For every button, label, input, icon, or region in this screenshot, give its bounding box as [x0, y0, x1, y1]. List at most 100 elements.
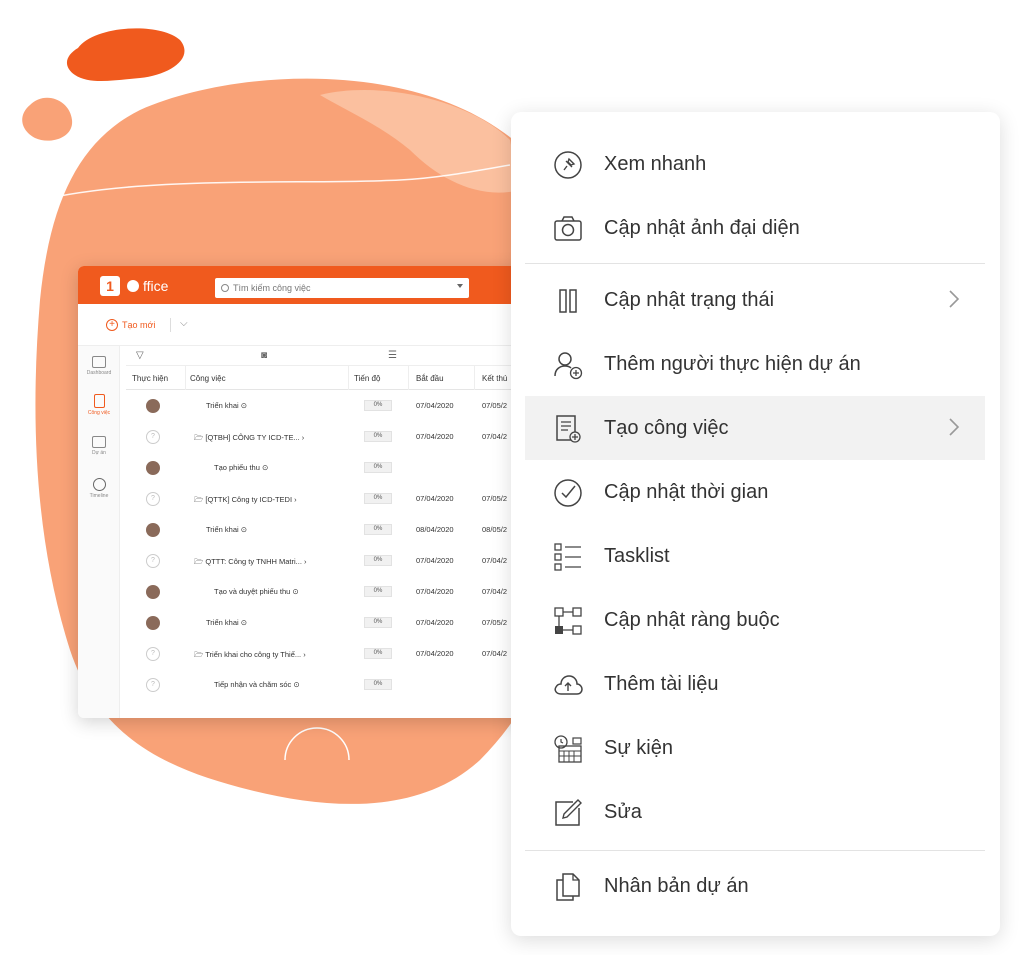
menu-item-update-dependency[interactable]: Cập nhật ràng buộc	[525, 588, 985, 652]
menu-item-add-document[interactable]: Thêm tài liệu	[525, 652, 985, 716]
task-name[interactable]: 🗁 [QTBH] CÔNG TY ICD-TE... ›	[194, 432, 304, 445]
end-date: 07/05/2	[482, 494, 508, 503]
camera-icon[interactable]: ◙	[261, 350, 267, 361]
app-logo[interactable]: 1 ffice	[100, 276, 168, 296]
table-header: Thực hiện Công việc Tiến độ Bắt đầu Kết …	[126, 366, 548, 390]
app-window: 1 ffice Tìm kiếm công việc + Tạo mới ⌵ D…	[78, 266, 548, 718]
menu-item-label: Tạo công việc	[604, 417, 729, 439]
table-row[interactable]: ? 🗁 [QTTK] Công ty ICD-TEDI › 0% 07/04/2020…	[126, 483, 548, 514]
task-name[interactable]: 🗁 QTTT: Công ty TNHH Matri... ›	[194, 556, 307, 569]
sidebar: Dashboard Công việc Dự án Timeline	[78, 346, 120, 718]
avatar	[146, 399, 160, 413]
table-row[interactable]: ? 🗁 QTTT: Công ty TNHH Matri... › 0% 07/04/…	[126, 545, 548, 576]
progress-badge: 0%	[364, 462, 392, 473]
menu-item-tasklist[interactable]: Tasklist	[525, 524, 985, 588]
menu-item-label: Cập nhật ảnh đại diện	[604, 217, 800, 239]
menu-item-quick-view[interactable]: Xem nhanh	[525, 132, 985, 196]
sidebar-item-dashboard[interactable]: Dashboard	[84, 356, 114, 376]
end-date: 07/05/2	[482, 618, 508, 627]
menu-item-label: Sự kiện	[604, 737, 673, 759]
progress-badge: 0%	[364, 431, 392, 442]
avatar	[146, 461, 160, 475]
search-icon	[221, 284, 229, 292]
menu-item-add-member[interactable]: Thêm người thực hiện dự án	[525, 332, 985, 396]
column-header[interactable]: Công việc	[190, 374, 226, 383]
toolbar: + Tạo mới ⌵	[78, 304, 548, 346]
menu-item-label: Xem nhanh	[604, 153, 707, 175]
end-date: 07/05/2	[482, 401, 508, 410]
menu-item-label: Thêm người thực hiện dự án	[604, 353, 861, 375]
logo-text: ffice	[143, 278, 169, 294]
column-divider	[474, 366, 475, 390]
task-name[interactable]: Tiếp nhận và chăm sóc ⊙	[214, 680, 300, 689]
task-name[interactable]: Tạo phiếu thu ⊙	[214, 463, 268, 472]
toolbar-divider	[170, 318, 171, 332]
tasks-icon	[93, 394, 105, 408]
new-task-icon	[556, 415, 581, 443]
filter-icon[interactable]: ▽	[136, 350, 144, 361]
column-divider	[348, 366, 349, 390]
menu-item-update-avatar[interactable]: Cập nhật ảnh đại diện	[525, 196, 985, 260]
start-date: 07/04/2020	[416, 587, 454, 596]
avatar	[146, 523, 160, 537]
table-row[interactable]: Triển khai ⊙ 0% 07/04/2020 07/05/2	[126, 390, 548, 421]
task-name[interactable]: Triển khai ⊙	[206, 525, 247, 534]
new-button-label: Tạo mới	[122, 320, 156, 330]
task-name[interactable]: Triển khai ⊙	[206, 618, 247, 627]
context-menu: Xem nhanh Cập nhật ảnh đại diện Cập nhật…	[511, 112, 1000, 936]
pin-icon	[554, 151, 582, 179]
menu-item-update-time[interactable]: Cập nhật thời gian	[525, 460, 985, 524]
table-row[interactable]: ? 🗁 [QTBH] CÔNG TY ICD-TE... › 0% 07/04/202…	[126, 421, 548, 452]
calendar-event-icon	[554, 735, 582, 763]
chevron-down-icon[interactable]: ⌵	[180, 318, 188, 329]
menu-item-label: Cập nhật thời gian	[604, 481, 769, 503]
checklist-icon	[554, 543, 581, 571]
table-row[interactable]: Triển khai ⊙ 0% 08/04/2020 08/05/2	[126, 514, 548, 545]
add-user-icon	[554, 352, 583, 380]
menu-item-update-status[interactable]: Cập nhật trạng thái	[525, 268, 985, 332]
menu-item-label: Cập nhật ràng buộc	[604, 609, 780, 631]
menu-item-label: Sửa	[604, 801, 642, 823]
column-header[interactable]: Kết thú	[482, 374, 507, 383]
menu-item-label: Cập nhật trạng thái	[604, 289, 775, 311]
menu-divider	[525, 850, 985, 851]
sidebar-item-label: Công việc	[87, 410, 111, 416]
dependency-icon	[554, 607, 582, 635]
end-date: 08/05/2	[482, 525, 508, 534]
settings-sliders-icon[interactable]: ☰	[388, 350, 397, 361]
start-date: 07/04/2020	[416, 432, 454, 441]
table-row[interactable]: Triển khai ⊙ 0% 07/04/2020 07/05/2	[126, 607, 548, 638]
table-tools: ▽ ◙ ☰	[126, 346, 548, 366]
menu-item-duplicate-project[interactable]: Nhân bản dự án	[525, 854, 985, 918]
start-date: 08/04/2020	[416, 525, 454, 534]
new-button[interactable]: + Tạo mới	[106, 319, 155, 331]
table-row[interactable]: Tạo và duyệt phiếu thu ⊙ 0% 07/04/2020 07/0…	[126, 576, 548, 607]
task-name[interactable]: 🗁 [QTTK] Công ty ICD-TEDI ›	[194, 494, 297, 507]
search-input[interactable]: Tìm kiếm công việc	[215, 278, 469, 298]
unknown-user-icon: ?	[146, 647, 160, 661]
column-header[interactable]: Thực hiện	[132, 374, 168, 383]
progress-badge: 0%	[364, 586, 392, 597]
table-row[interactable]: Tạo phiếu thu ⊙ 0%	[126, 452, 548, 483]
column-header[interactable]: Bắt đầu	[416, 374, 444, 383]
menu-item-create-task[interactable]: Tạo công việc	[525, 396, 985, 460]
status-columns-icon	[559, 289, 577, 313]
column-header[interactable]: Tiến độ	[354, 374, 380, 383]
menu-item-event[interactable]: Sự kiện	[525, 716, 985, 780]
unknown-user-icon: ?	[146, 492, 160, 506]
sidebar-item-timeline[interactable]: Timeline	[84, 478, 114, 499]
task-name[interactable]: Triển khai ⊙	[206, 401, 247, 410]
avatar	[146, 585, 160, 599]
sidebar-item-tasks[interactable]: Công việc	[84, 394, 114, 416]
sidebar-item-projects[interactable]: Dự án	[84, 436, 114, 456]
task-name[interactable]: 🗁 Triển khai cho công ty Thiế... ›	[194, 649, 306, 662]
unknown-user-icon: ?	[146, 678, 160, 692]
task-name[interactable]: Tạo và duyệt phiếu thu ⊙	[214, 587, 299, 596]
end-date: 07/04/2	[482, 587, 508, 596]
table-row[interactable]: ? 🗁 Triển khai cho công ty Thiế... › 0% 07/…	[126, 638, 548, 669]
menu-item-label: Thêm tài liệu	[604, 673, 719, 695]
progress-badge: 0%	[364, 493, 392, 504]
table-row[interactable]: ? Tiếp nhận và chăm sóc ⊙ 0%	[126, 669, 548, 700]
progress-badge: 0%	[364, 524, 392, 535]
menu-item-edit[interactable]: Sửa	[525, 780, 985, 844]
